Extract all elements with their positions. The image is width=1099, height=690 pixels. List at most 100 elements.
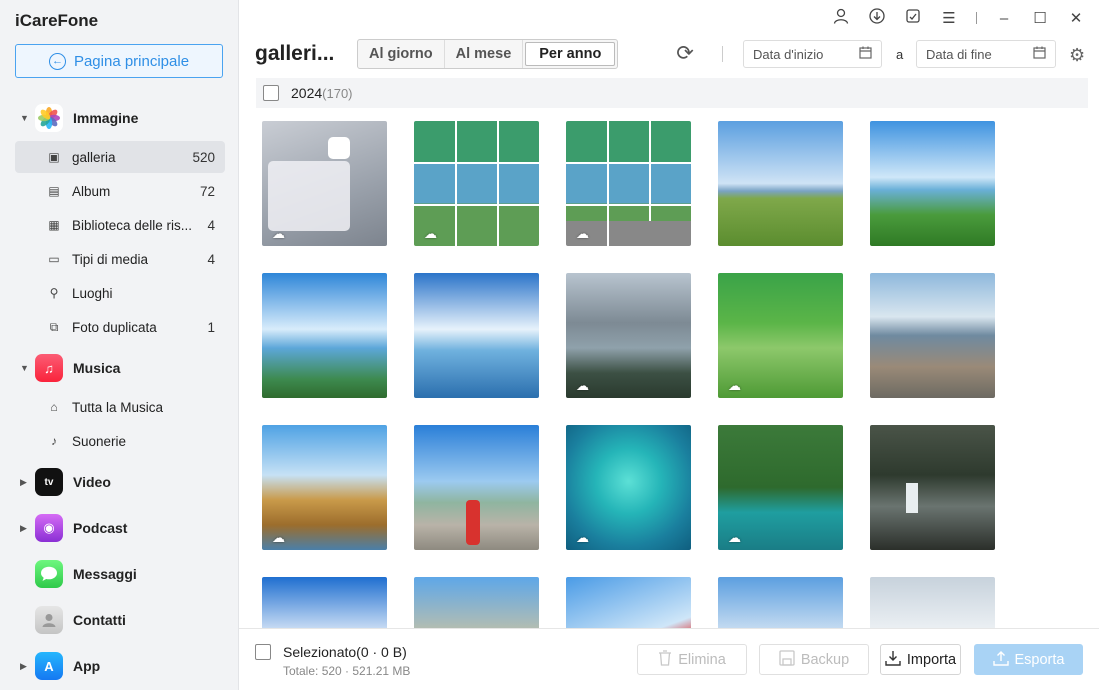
photo-thumbnail[interactable]: ☁	[414, 121, 539, 246]
select-all-checkbox[interactable]	[255, 644, 271, 660]
photo-thumbnail[interactable]	[414, 577, 539, 628]
sidebar-item-biblioteca[interactable]: ▦ Biblioteca delle ris... 4	[15, 209, 225, 241]
tab-al-giorno[interactable]: Al giorno	[358, 40, 445, 68]
photo-thumbnail[interactable]	[718, 121, 843, 246]
library-icon: ▦	[48, 218, 60, 232]
photo-grid: ☁ ☁ ☁ ☁ ☁ ☁ ☁ ☁	[262, 121, 1092, 628]
photo-thumbnail[interactable]	[718, 577, 843, 628]
category-label: Contatti	[73, 612, 126, 628]
tab-al-mese[interactable]: Al mese	[445, 40, 524, 68]
category-video[interactable]: ▶ tv Video	[0, 465, 239, 499]
photo-thumbnail[interactable]	[870, 121, 995, 246]
divider	[722, 46, 723, 62]
sidebar-item-count: 520	[192, 149, 215, 165]
menu-icon[interactable]: ☰	[940, 9, 958, 27]
sidebar-item-count: 72	[199, 183, 215, 199]
category-contatti[interactable]: ▶ Contatti	[0, 603, 239, 637]
gear-icon[interactable]: ⚙	[1069, 45, 1085, 66]
sidebar-item-label: Suonerie	[72, 433, 127, 449]
account-icon[interactable]	[832, 8, 850, 28]
group-year-label: 2024	[291, 85, 323, 101]
sidebar-item-album[interactable]: ▤ Album 72	[15, 175, 225, 207]
photo-thumbnail[interactable]	[566, 577, 691, 628]
minimize-icon[interactable]: –	[995, 10, 1013, 27]
category-musica[interactable]: ▼ ♫ Musica	[0, 351, 239, 385]
photo-thumbnail[interactable]: ☁	[718, 273, 843, 398]
category-label: App	[73, 658, 101, 674]
photo-thumbnail[interactable]	[870, 425, 995, 550]
feedback-icon[interactable]	[904, 8, 922, 28]
backup-button[interactable]: Backup	[759, 644, 869, 675]
select-group-checkbox[interactable]	[263, 85, 279, 101]
duplicate-icon: ⧉	[49, 319, 59, 334]
home-button[interactable]: ← Pagina principale	[15, 44, 223, 78]
maximize-icon[interactable]: ☐	[1031, 9, 1049, 27]
photo-thumbnail[interactable]: ☁	[718, 425, 843, 550]
expand-caret-icon[interactable]: ▶	[20, 523, 30, 534]
sidebar-item-count: 4	[207, 217, 215, 233]
sidebar-item-luoghi[interactable]: ⚲ Luoghi	[15, 277, 225, 309]
photos-icon	[35, 104, 63, 132]
expand-caret-icon[interactable]: ▶	[20, 477, 30, 488]
import-icon	[885, 650, 901, 670]
photo-thumbnail[interactable]	[414, 273, 539, 398]
category-label: Video	[73, 474, 111, 490]
sidebar-item-label: Foto duplicata	[72, 319, 157, 335]
group-year: 2024(170)	[291, 85, 353, 101]
expand-caret-icon[interactable]: ▶	[20, 661, 30, 672]
sidebar-item-tutta-la-musica[interactable]: ⌂ Tutta la Musica	[15, 391, 225, 423]
refresh-icon[interactable]: ⟳	[673, 42, 697, 66]
sidebar: iCareFone ← Pagina principale ▼ Immagine	[0, 0, 239, 690]
end-date-field[interactable]: Data di fine	[916, 40, 1056, 68]
sidebar-item-count: 4	[207, 251, 215, 267]
sidebar-item-count: 1	[207, 319, 215, 335]
photo-thumbnail[interactable]: ☁	[566, 425, 691, 550]
photo-thumbnail[interactable]: ☁	[566, 121, 691, 246]
download-icon[interactable]	[868, 8, 886, 28]
backup-icon	[779, 649, 795, 670]
date-range-separator: a	[896, 47, 904, 62]
total-summary: Totale: 520 · 521.21 MB	[283, 664, 411, 678]
sidebar-item-suonerie[interactable]: ♪ Suonerie	[15, 425, 225, 457]
album-icon: ▤	[48, 184, 60, 198]
photo-thumbnail[interactable]	[870, 273, 995, 398]
photo-thumbnail[interactable]	[870, 577, 995, 628]
import-button[interactable]: Importa	[880, 644, 961, 675]
sidebar-item-tipi-di-media[interactable]: ▭ Tipi di media 4	[15, 243, 225, 275]
category-immagine[interactable]: ▼ Immagine	[0, 101, 239, 135]
category-app[interactable]: ▶ A App	[0, 649, 239, 683]
delete-button[interactable]: Elimina	[637, 644, 747, 675]
export-button[interactable]: Esporta	[974, 644, 1083, 675]
start-date-field[interactable]: Data d'inizio	[743, 40, 882, 68]
expand-caret-icon[interactable]: ▼	[20, 113, 30, 123]
sidebar-item-foto-duplicata[interactable]: ⧉ Foto duplicata 1	[15, 311, 225, 343]
app-title: iCareFone	[15, 11, 99, 30]
selected-summary: Selezionato(0 · 0 B)	[283, 644, 407, 660]
tab-per-anno[interactable]: Per anno	[525, 42, 616, 66]
home-button-label: Pagina principale	[73, 52, 190, 70]
category-podcast[interactable]: ▶ ◉ Podcast	[0, 511, 239, 545]
window-controls: ☰ – ☐ ✕	[832, 8, 1085, 28]
photo-thumbnail[interactable]: ☁	[262, 121, 387, 246]
photo-thumbnail[interactable]	[262, 577, 387, 628]
calendar-icon	[859, 46, 872, 62]
end-date-placeholder: Data di fine	[926, 46, 992, 62]
sidebar-item-galleria[interactable]: ▣ galleria 520	[15, 141, 225, 173]
bottom-action-bar: Selezionato(0 · 0 B) Totale: 520 · 521.2…	[239, 628, 1099, 690]
page-title: galleri...	[255, 42, 335, 65]
photo-thumbnail[interactable]	[262, 273, 387, 398]
photo-thumbnail[interactable]	[414, 425, 539, 550]
expand-caret-icon[interactable]: ▼	[20, 363, 30, 373]
close-icon[interactable]: ✕	[1067, 9, 1085, 27]
sidebar-item-label: Luoghi	[72, 285, 113, 301]
messages-icon	[35, 560, 63, 588]
music-icon: ♫	[35, 354, 63, 382]
year-group-header: 2024(170)	[256, 78, 1088, 108]
category-messaggi[interactable]: ▶ Messaggi	[0, 557, 239, 591]
photo-thumbnail[interactable]: ☁	[262, 425, 387, 550]
photo-thumbnail[interactable]: ☁	[566, 273, 691, 398]
photos-app-icon	[328, 137, 350, 159]
sidebar-item-label: Album	[72, 183, 111, 199]
date-grouping-tabs: Al giorno Al mese Per anno	[357, 39, 619, 69]
divider	[976, 12, 977, 24]
